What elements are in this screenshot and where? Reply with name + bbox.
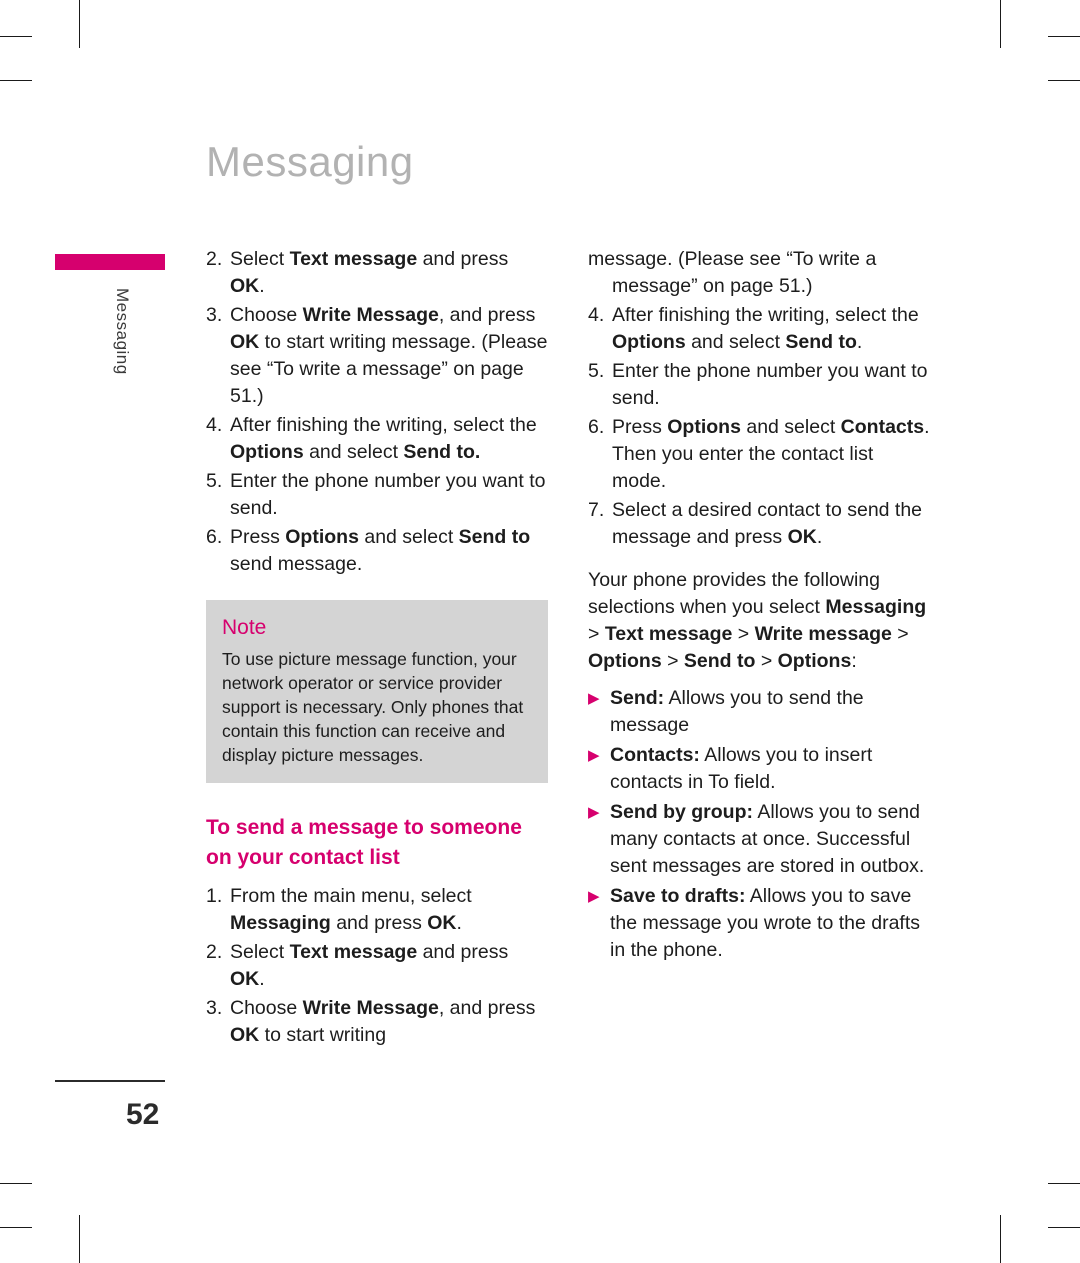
triangle-bullet-icon: ▶	[588, 690, 600, 707]
step-number: 6.	[588, 416, 605, 438]
chapter-tab-bar	[55, 254, 165, 270]
step-text: Press Options and select Contacts. Then …	[612, 416, 930, 492]
step-number: 4.	[206, 414, 223, 436]
crop-mark-bottom-right-vertical	[1000, 1215, 1001, 1263]
numbered-step: 5. Enter the phone number you want to sen…	[588, 358, 930, 412]
step-text: Select Text message and press OK.	[230, 248, 509, 297]
step-text: After finishing the writing, select the …	[612, 304, 919, 353]
step-number: 4.	[588, 304, 605, 326]
step-text: Press Options and select Send to send me…	[230, 526, 531, 575]
bullet-text: Send: Allows you to send the message	[610, 687, 864, 736]
page-number-rule	[55, 1080, 165, 1082]
step-number: 3.	[206, 997, 223, 1019]
right-steps-list: 4. After finishing the writing, select th…	[588, 302, 930, 551]
crop-mark-left-upper	[0, 80, 32, 81]
numbered-step: 4. After finishing the writing, select th…	[588, 302, 930, 356]
crop-mark-top-right-vertical	[1000, 0, 1001, 48]
bullet-text: Save to drafts: Allows you to save the m…	[610, 885, 921, 961]
crop-mark-top-left-horizontal	[0, 36, 32, 37]
step-number: 3.	[206, 304, 223, 326]
step-number: 1.	[206, 885, 223, 907]
numbered-step: 2. Select Text message and press OK.	[206, 939, 548, 993]
options-intro-paragraph: Your phone provides the following select…	[588, 569, 927, 672]
crop-mark-bottom-left-horizontal	[0, 1227, 32, 1228]
bullet-item: ▶ Contacts: Allows you to insert contacts…	[588, 742, 930, 796]
crop-mark-top-right-horizontal	[1048, 36, 1080, 37]
crop-mark-bottom-left-vertical	[79, 1215, 80, 1263]
note-text: To use picture message function, your ne…	[222, 649, 524, 765]
triangle-bullet-icon: ▶	[588, 888, 600, 905]
numbered-step: 6. Press Options and select Contacts. The…	[588, 414, 930, 495]
numbered-step: 7. Select a desired contact to send the m…	[588, 497, 930, 551]
page-title: Messaging	[206, 138, 414, 185]
crop-mark-top-left-vertical	[79, 0, 80, 48]
chapter-tab-label: Messaging	[113, 288, 132, 375]
step-text: Choose Write Message, and press OK to st…	[230, 304, 548, 407]
crop-mark-right-lower	[1048, 1183, 1080, 1184]
numbered-step: 2. Select Text message and press OK.	[206, 246, 548, 300]
crop-mark-bottom-right-horizontal	[1048, 1227, 1080, 1228]
left-column: 2. Select Text message and press OK. 3. Cho…	[206, 246, 548, 1051]
numbered-step: 1. From the main menu, select Messaging a…	[206, 883, 548, 937]
step-text: Enter the phone number you want to send.	[612, 360, 928, 409]
step-number: 6.	[206, 526, 223, 548]
numbered-step: 5. Enter the phone number you want to sen…	[206, 468, 548, 522]
continuation-text: message. (Please see “To write a message…	[588, 248, 877, 297]
left-steps-list-2: 1. From the main menu, select Messaging a…	[206, 883, 548, 1049]
left-steps-list: 2. Select Text message and press OK. 3. Cho…	[206, 246, 548, 578]
bullet-text: Send by group: Allows you to send many c…	[610, 801, 925, 877]
step-text: From the main menu, select Messaging and…	[230, 885, 472, 934]
step-text: Enter the phone number you want to send.	[230, 470, 546, 519]
options-bullet-list: ▶ Send: Allows you to send the message ▶ Co…	[588, 685, 930, 964]
numbered-step: 3. Choose Write Message, and press OK to …	[206, 995, 548, 1049]
numbered-step: 4. After finishing the writing, select th…	[206, 412, 548, 466]
crop-mark-right-upper	[1048, 80, 1080, 81]
page-number: 52	[126, 1098, 160, 1131]
step-number: 2.	[206, 941, 223, 963]
note-box: Note To use picture message function, yo…	[206, 600, 548, 783]
triangle-bullet-icon: ▶	[588, 747, 600, 764]
right-column: message. (Please see “To write a message…	[588, 246, 930, 967]
triangle-bullet-icon: ▶	[588, 804, 600, 821]
numbered-step: 3. Choose Write Message, and press OK to …	[206, 302, 548, 410]
numbered-step: 6. Press Options and select Send to send …	[206, 524, 548, 578]
step-number: 5.	[206, 470, 223, 492]
bullet-item: ▶ Save to drafts: Allows you to save the …	[588, 883, 930, 964]
step-text: Select a desired contact to send the mes…	[612, 499, 923, 548]
bullet-item: ▶ Send by group: Allows you to send many …	[588, 799, 930, 880]
step-number: 7.	[588, 499, 605, 521]
step-number: 2.	[206, 248, 223, 270]
crop-mark-left-lower	[0, 1183, 32, 1184]
section-subheading: To send a message to someone on your con…	[206, 816, 522, 869]
step-number: 5.	[588, 360, 605, 382]
note-title: Note	[222, 616, 267, 639]
step-text: Choose Write Message, and press OK to st…	[230, 997, 536, 1046]
bullet-text: Contacts: Allows you to insert contacts …	[610, 744, 873, 793]
step-text: Select Text message and press OK.	[230, 941, 509, 990]
step-text: After finishing the writing, select the …	[230, 414, 537, 463]
bullet-item: ▶ Send: Allows you to send the message	[588, 685, 930, 739]
